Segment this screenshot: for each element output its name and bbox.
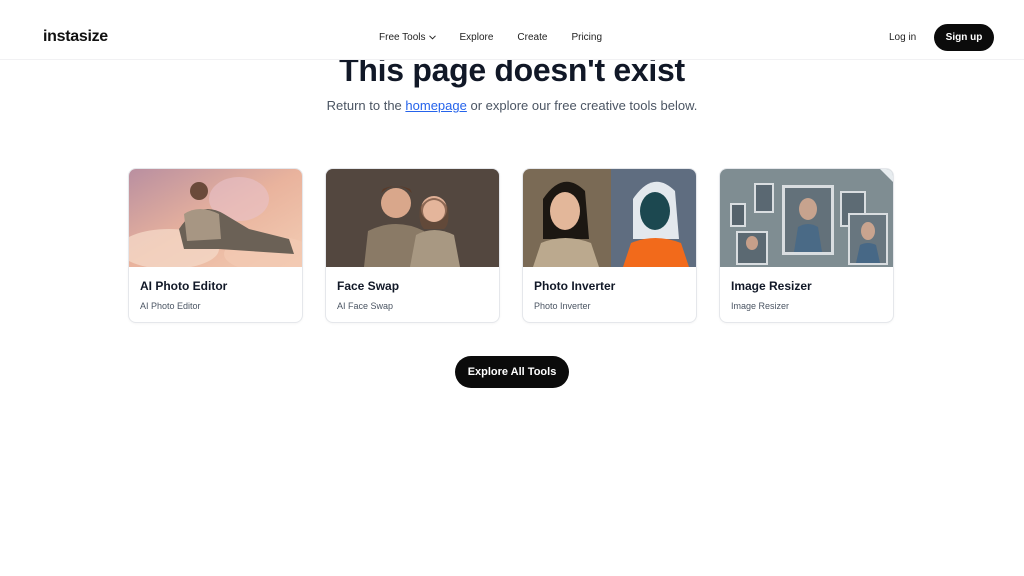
card-face-swap[interactable]: Face Swap AI Face Swap (325, 168, 500, 323)
chevron-down-icon (428, 35, 436, 40)
card-subtitle: Image Resizer (731, 301, 790, 311)
nav-pricing[interactable]: Pricing (571, 32, 602, 43)
photo-inverter-image (523, 169, 696, 267)
login-link[interactable]: Log in (889, 32, 916, 43)
card-subtitle: AI Photo Editor (140, 301, 201, 311)
card-title: AI Photo Editor (140, 279, 228, 293)
page-subtitle: Return to the homepage or explore our fr… (0, 98, 1024, 113)
card-title: Image Resizer (731, 279, 812, 293)
nav-create[interactable]: Create (517, 32, 547, 43)
subtitle-text-after: or explore our free creative tools below… (466, 98, 698, 113)
subtitle-text-before: Return to the (326, 98, 406, 113)
card-ai-photo-editor[interactable]: AI Photo Editor AI Photo Editor (128, 168, 303, 323)
signup-button[interactable]: Sign up (934, 24, 994, 51)
ai-photo-editor-image (129, 169, 302, 267)
nav-explore[interactable]: Explore (460, 32, 494, 43)
face-swap-image (326, 169, 499, 267)
nav-free-tools-label: Free Tools (379, 32, 426, 43)
card-subtitle: Photo Inverter (534, 301, 591, 311)
card-title: Photo Inverter (534, 279, 616, 293)
logo[interactable]: instasize (43, 28, 108, 46)
card-photo-inverter[interactable]: Photo Inverter Photo Inverter (522, 168, 697, 323)
image-resizer-image (720, 169, 893, 267)
card-image-resizer[interactable]: Image Resizer Image Resizer (719, 168, 894, 323)
homepage-link[interactable]: homepage (405, 98, 466, 113)
main-nav: Free Tools Explore Create Pricing (379, 32, 602, 43)
card-subtitle: AI Face Swap (337, 301, 394, 311)
explore-all-tools-button[interactable]: Explore All Tools (455, 356, 569, 388)
card-title: Face Swap (337, 279, 400, 293)
tool-cards: AI Photo Editor AI Photo Editor Face Swa… (128, 168, 894, 323)
site-header: instasize Free Tools Explore Create Pric… (0, 0, 1024, 60)
nav-free-tools[interactable]: Free Tools (379, 32, 436, 43)
